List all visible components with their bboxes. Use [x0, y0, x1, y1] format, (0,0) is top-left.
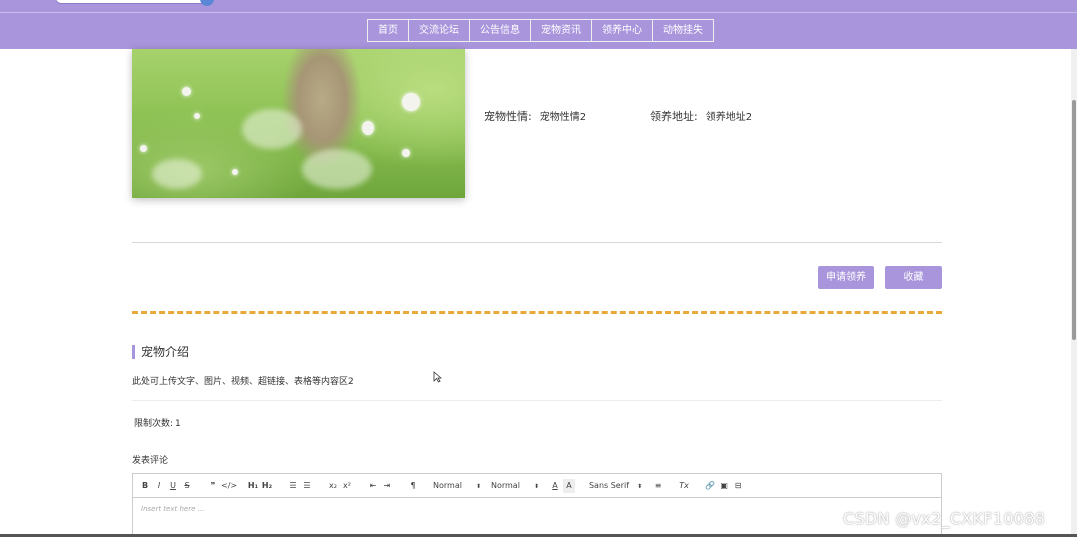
link-icon[interactable]: 🔗 — [704, 479, 716, 493]
scrollbar-thumb[interactable] — [1072, 100, 1076, 340]
editor-toolbar: B I U S ❞ </> H₁ H₂ ☰ ☰ x₂ x² ⇤ ⇥ ¶ Norm… — [133, 474, 941, 498]
font-picker-label: Sans Serif — [588, 480, 630, 490]
superscript-button[interactable]: x² — [341, 479, 353, 493]
ordered-list-icon[interactable]: ☰ — [287, 479, 299, 493]
pet-photo — [132, 49, 465, 198]
nav-item-adoption-center[interactable]: 领养中心 — [591, 19, 653, 42]
comment-editor[interactable]: B I U S ❞ </> H₁ H₂ ☰ ☰ x₂ x² ⇤ ⇥ ¶ Norm… — [132, 473, 942, 537]
header-picker[interactable]: Normal ⬍ — [491, 479, 539, 493]
code-icon[interactable]: </> — [221, 479, 237, 493]
address-label: 领养地址: — [650, 110, 698, 123]
watermark-text: CSDN @vx2_CXKF10088 — [843, 509, 1046, 528]
nav-item-lost-animals[interactable]: 动物挂失 — [652, 19, 714, 42]
video-icon[interactable]: ⊟ — [732, 479, 744, 493]
underline-button[interactable]: U — [167, 479, 179, 493]
address-value: 领养地址2 — [705, 112, 753, 123]
align-icon[interactable]: ≡ — [652, 479, 664, 493]
header-picker-label: Normal — [490, 480, 520, 490]
nav-menu: 首页 交流论坛 公告信息 宠物资讯 领养中心 动物挂失 — [367, 19, 714, 42]
image-icon[interactable]: ▣ — [718, 479, 730, 493]
favorite-button[interactable]: 收藏 — [885, 266, 942, 289]
strike-button[interactable]: S — [181, 479, 193, 493]
nav-item-forum[interactable]: 交流论坛 — [408, 19, 470, 42]
subscript-button[interactable]: x₂ — [327, 479, 339, 493]
temperament-row: 宠物性情: 宠物性情2 — [484, 108, 586, 124]
nav-item-notices[interactable]: 公告信息 — [469, 19, 531, 42]
size-picker-label: Normal — [433, 480, 462, 490]
limit-label: 限制次数: — [134, 419, 174, 429]
limit-row: 限制次数: 1 — [132, 416, 181, 429]
divider-light — [132, 400, 942, 401]
bold-button[interactable]: B — [139, 479, 151, 493]
navbar: 首页 交流论坛 公告信息 宠物资讯 领养中心 动物挂失 — [0, 13, 1077, 49]
dashed-divider — [132, 311, 942, 314]
editor-content[interactable]: Insert text here ... — [133, 498, 941, 520]
clean-format-icon[interactable]: Tx — [678, 479, 690, 493]
nav-item-home[interactable]: 首页 — [367, 19, 409, 42]
italic-button[interactable]: I — [153, 479, 165, 493]
intro-text: 此处可上传文字、图片、视频、超链接、表格等内容区2 — [132, 377, 354, 387]
search-button[interactable] — [200, 0, 214, 6]
apply-adopt-button[interactable]: 申请领养 — [818, 266, 874, 289]
indent-icon[interactable]: ⇥ — [381, 479, 393, 493]
blockquote-icon[interactable]: ❞ — [207, 479, 219, 493]
limit-value: 1 — [175, 419, 181, 429]
background-color-icon[interactable]: A — [562, 478, 575, 493]
section-title: 宠物介绍 — [132, 345, 189, 359]
temperament-label: 宠物性情: — [484, 110, 532, 123]
bullet-list-icon[interactable]: ☰ — [301, 479, 313, 493]
text-direction-icon[interactable]: ¶ — [407, 479, 419, 493]
font-picker[interactable]: Sans Serif ⬍ — [589, 479, 642, 493]
divider — [132, 242, 942, 243]
h2-button[interactable]: H₂ — [261, 479, 273, 493]
size-picker[interactable]: Normal ⬍ — [433, 479, 481, 493]
chevron-updown-icon: ⬍ — [637, 482, 643, 490]
address-row: 领养地址: 领养地址2 — [650, 108, 752, 124]
search-input[interactable] — [55, 0, 214, 6]
top-header — [0, 0, 1077, 13]
chevron-updown-icon: ⬍ — [533, 482, 539, 490]
temperament-value: 宠物性情2 — [539, 112, 587, 123]
outdent-icon[interactable]: ⇤ — [367, 479, 379, 493]
font-color-icon[interactable]: A — [549, 479, 561, 493]
chevron-updown-icon: ⬍ — [475, 482, 481, 490]
nav-item-pet-news[interactable]: 宠物资讯 — [530, 19, 592, 42]
comment-label: 发表评论 — [132, 456, 169, 466]
h1-button[interactable]: H₁ — [247, 479, 259, 493]
